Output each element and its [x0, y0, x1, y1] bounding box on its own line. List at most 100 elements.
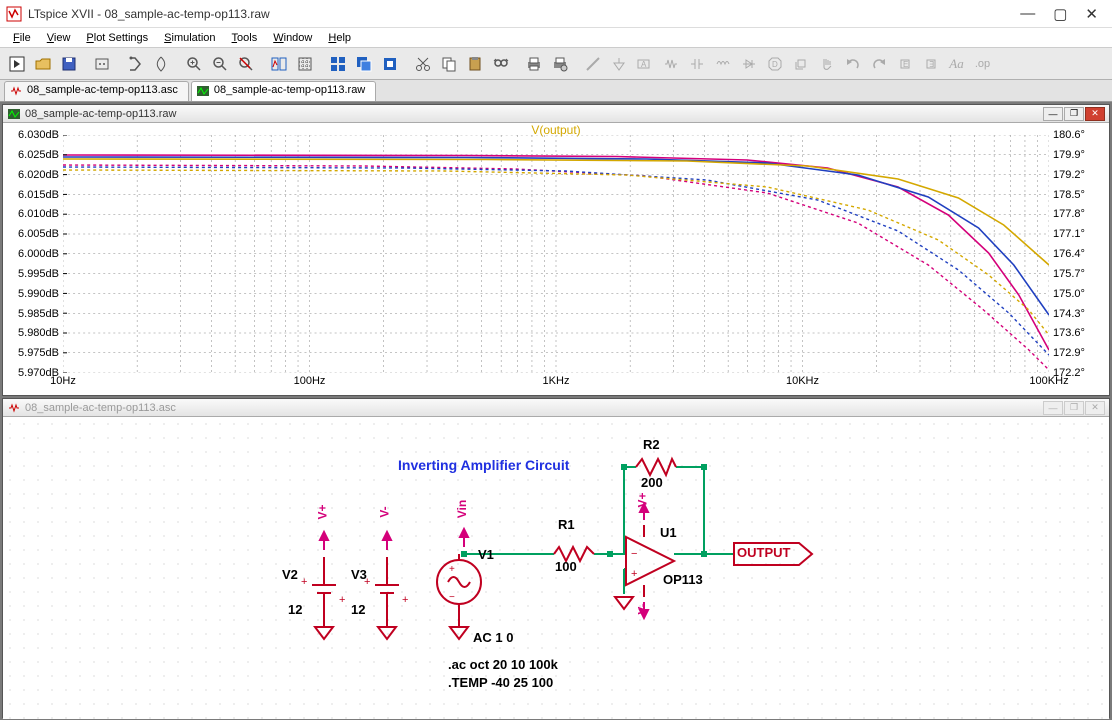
zoom-area-button[interactable] [181, 52, 206, 76]
schematic-icon [9, 85, 23, 97]
label-net-button[interactable]: A [632, 52, 657, 76]
print-setup-button[interactable] [547, 52, 572, 76]
tab-schematic[interactable]: 08_sample-ac-temp-op113.asc [4, 81, 189, 101]
save-button[interactable] [56, 52, 81, 76]
halt-button[interactable] [148, 52, 173, 76]
x-tick: 10KHz [786, 375, 819, 387]
menu-view[interactable]: View [40, 30, 78, 46]
x-axis[interactable]: 10Hz100Hz1KHz10KHz100KHz [63, 375, 1049, 393]
redo-button[interactable] [866, 52, 891, 76]
y-tick-left: 6.030dB [18, 129, 59, 141]
drag-button[interactable] [814, 52, 839, 76]
ground-button[interactable] [606, 52, 631, 76]
text-button[interactable]: Aa [944, 52, 969, 76]
panel-minimize-button[interactable]: — [1043, 107, 1063, 121]
zoom-extents-button[interactable] [233, 52, 258, 76]
y-tick-left: 5.980dB [18, 327, 59, 339]
menu-file[interactable]: File [6, 30, 38, 46]
waveform-icon [196, 85, 210, 97]
new-schematic-button[interactable] [4, 52, 29, 76]
diode-button[interactable] [736, 52, 761, 76]
draw-wire-button[interactable] [580, 52, 605, 76]
waveform-panel: 08_sample-ac-temp-op113.raw — ❐ ✕ V(outp… [2, 104, 1110, 396]
y-tick-right: 177.1° [1053, 228, 1085, 240]
zoom-back-button[interactable] [207, 52, 232, 76]
svg-text:E: E [903, 60, 908, 69]
y-tick-right: 180.6° [1053, 129, 1085, 141]
document-tabs: 08_sample-ac-temp-op113.asc 08_sample-ac… [0, 80, 1112, 102]
plot-canvas[interactable] [63, 135, 1049, 373]
mirror-button[interactable]: ∃ [918, 52, 943, 76]
cut-button[interactable] [410, 52, 435, 76]
net-vplus-u1: V+ [636, 492, 650, 507]
menu-plot-settings[interactable]: Plot Settings [79, 30, 155, 46]
tab-waveform[interactable]: 08_sample-ac-temp-op113.raw [191, 81, 376, 101]
toolbar: A D E ∃ Aa .op [0, 48, 1112, 80]
y-tick-right: 172.9° [1053, 347, 1085, 359]
x-tick: 100Hz [294, 375, 326, 387]
y-tick-right: 179.2° [1053, 169, 1085, 181]
inductor-button[interactable] [710, 52, 735, 76]
net-vminus-u1: V- [636, 603, 650, 614]
schematic-canvas[interactable]: + + + + + − [3, 417, 1109, 719]
menu-help[interactable]: Help [321, 30, 358, 46]
waveform-icon [7, 108, 21, 120]
move-button[interactable] [788, 52, 813, 76]
panel-title-bar[interactable]: 08_sample-ac-temp-op113.raw — ❐ ✕ [3, 105, 1109, 123]
schematic-icon [7, 402, 21, 414]
app-icon [6, 6, 22, 22]
rotate-button[interactable]: E [892, 52, 917, 76]
open-button[interactable] [30, 52, 55, 76]
resistor-button[interactable] [658, 52, 683, 76]
maximize-button[interactable]: ▢ [1053, 5, 1067, 23]
svg-text:+: + [339, 594, 345, 606]
cascade-button[interactable] [351, 52, 376, 76]
panel-close-button[interactable]: ✕ [1085, 401, 1105, 415]
menu-simulation[interactable]: Simulation [157, 30, 222, 46]
v3-val: 12 [351, 602, 365, 617]
control-panel-button[interactable] [89, 52, 114, 76]
panel-minimize-button[interactable]: — [1043, 401, 1063, 415]
y-tick-right: 178.5° [1053, 189, 1085, 201]
x-tick: 100KHz [1029, 375, 1068, 387]
y-axis-right[interactable]: 180.6°179.9°179.2°178.5°177.8°177.1°176.… [1051, 135, 1109, 373]
x-tick: 1KHz [543, 375, 570, 387]
y-tick-left: 6.020dB [18, 169, 59, 181]
svg-text:+: + [301, 576, 307, 588]
close-all-button[interactable] [377, 52, 402, 76]
panel-close-button[interactable]: ✕ [1085, 107, 1105, 121]
component-button[interactable]: D [762, 52, 787, 76]
panel-title-bar[interactable]: 08_sample-ac-temp-op113.asc — ❐ ✕ [3, 399, 1109, 417]
print-button[interactable] [521, 52, 546, 76]
run-button[interactable] [122, 52, 147, 76]
minimize-button[interactable]: — [1020, 5, 1035, 23]
panel-restore-button[interactable]: ❐ [1064, 401, 1084, 415]
spice-temp-cmd: .TEMP -40 25 100 [448, 675, 553, 690]
y-tick-right: 175.0° [1053, 288, 1085, 300]
spice-ac-src: AC 1 0 [473, 630, 513, 645]
y-tick-right: 177.8° [1053, 208, 1085, 220]
paste-button[interactable] [462, 52, 487, 76]
spice-directive-button[interactable]: .op [970, 52, 995, 76]
panel-title: 08_sample-ac-temp-op113.asc [25, 402, 1043, 414]
window-title: LTspice XVII - 08_sample-ac-temp-op113.r… [28, 7, 1020, 21]
y-tick-left: 6.025dB [18, 149, 59, 161]
find-button[interactable] [488, 52, 513, 76]
menu-window[interactable]: Window [266, 30, 319, 46]
copy-button[interactable] [436, 52, 461, 76]
svg-text:−: − [631, 548, 637, 560]
panel-restore-button[interactable]: ❐ [1064, 107, 1084, 121]
close-button[interactable]: ✕ [1085, 5, 1098, 23]
toggle-grid-button[interactable] [292, 52, 317, 76]
menu-tools[interactable]: Tools [225, 30, 265, 46]
spice-ac-cmd: .ac oct 20 10 100k [448, 657, 558, 672]
v2-val: 12 [288, 602, 302, 617]
undo-button[interactable] [840, 52, 865, 76]
net-vin: Vin [455, 500, 469, 518]
autorange-button[interactable] [266, 52, 291, 76]
y-tick-left: 6.000dB [18, 248, 59, 260]
y-axis-left[interactable]: 6.030dB6.025dB6.020dB6.015dB6.010dB6.005… [3, 135, 61, 373]
capacitor-button[interactable] [684, 52, 709, 76]
plot-area[interactable]: V(output) 6.030dB6.025dB6.020dB6.015dB6.… [3, 123, 1109, 395]
tile-button[interactable] [325, 52, 350, 76]
